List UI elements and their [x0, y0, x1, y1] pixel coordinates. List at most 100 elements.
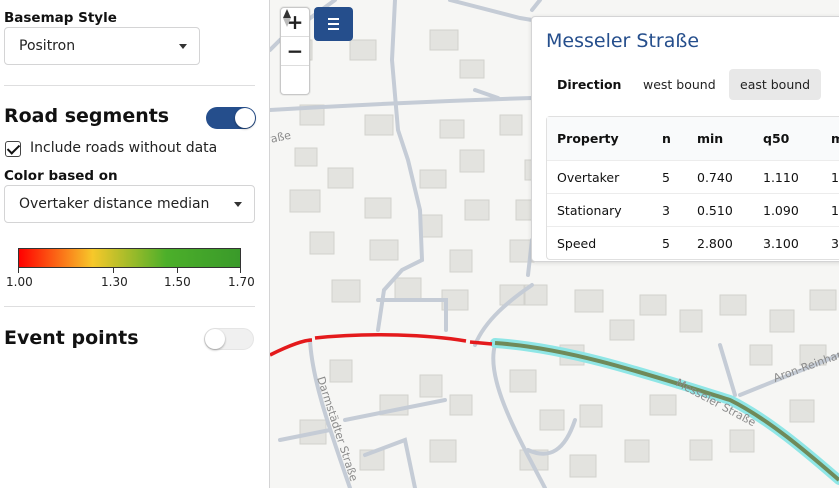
table-header-cell: Property [557, 131, 619, 146]
building [509, 369, 537, 393]
divider [4, 85, 255, 86]
building [729, 429, 755, 453]
basemap-style-select[interactable]: Positron [4, 27, 200, 65]
include-no-data-checkbox[interactable] [5, 141, 21, 157]
divider [4, 306, 255, 307]
sidebar: Basemap Style Positron Road segments Inc… [0, 0, 270, 488]
building [789, 399, 815, 423]
table-cell: 3. [831, 235, 839, 251]
basemap-style-value: Positron [19, 38, 76, 54]
building [809, 289, 837, 311]
building [327, 167, 354, 189]
minus-icon: − [286, 39, 304, 63]
building [419, 374, 443, 398]
segment-details-panel: Messeler Straße Direction west bound eas… [531, 16, 839, 262]
building [689, 439, 713, 461]
panel-title: Messeler Straße [546, 30, 700, 52]
building [574, 289, 604, 313]
road [718, 343, 737, 397]
table-header-cell: m [831, 117, 839, 160]
toggle-knob [235, 108, 255, 128]
legend-tick-label: 1.50 [164, 275, 191, 289]
legend-tick [113, 268, 114, 273]
table-cell: 0.510 [697, 202, 733, 218]
road [376, 298, 448, 332]
building [289, 189, 321, 213]
menu-icon [328, 18, 339, 20]
building [449, 394, 473, 416]
building [719, 294, 747, 316]
statistics-table: Property n min q50 m Overtaker 5 0.740 1… [546, 116, 839, 260]
legend-tick [177, 268, 178, 273]
building [539, 409, 565, 431]
building [464, 199, 490, 221]
road-segment[interactable] [270, 338, 313, 357]
zoom-out-button[interactable]: − [281, 37, 309, 66]
road [473, 88, 500, 100]
building [569, 454, 597, 478]
building [429, 439, 457, 463]
direction-west-bound-button[interactable]: west bound [632, 69, 727, 100]
building [364, 197, 392, 219]
road-segment[interactable] [314, 332, 467, 343]
table-row: Speed 5 2.800 3.100 3. [547, 226, 839, 259]
table-cell: 0.740 [697, 169, 733, 185]
street-label: Straße [270, 129, 292, 149]
compass-button[interactable] [281, 9, 309, 95]
zoom-control: + − [280, 7, 310, 95]
building [419, 214, 443, 238]
road [270, 96, 534, 112]
building [294, 147, 318, 167]
table-cell: 1.110 [763, 169, 799, 185]
color-based-on-select[interactable]: Overtaker distance median [4, 185, 255, 223]
direction-label: Direction [557, 77, 622, 92]
table-cell: 1. [831, 169, 839, 185]
table-cell: 5 [662, 169, 670, 185]
event-points-title: Event points [4, 327, 139, 349]
building [329, 359, 353, 383]
building [394, 277, 422, 301]
building [459, 149, 485, 173]
building [639, 294, 667, 316]
table-cell: 3 [662, 202, 670, 218]
table-cell: Overtaker [557, 169, 620, 185]
table-cell: 1. [831, 202, 839, 218]
color-based-on-value: Overtaker distance median [19, 196, 210, 212]
building [649, 394, 677, 416]
chevron-down-icon [179, 44, 187, 49]
legend-tick [240, 268, 241, 273]
table-row: Overtaker 5 0.740 1.110 1. [547, 160, 839, 193]
road [448, 0, 534, 22]
direction-east-bound-button[interactable]: east bound [729, 69, 822, 100]
map-canvas[interactable]: Darmstädter Straße Messeler Straße Aron-… [270, 0, 839, 488]
road-segment[interactable] [469, 340, 493, 346]
menu-button[interactable] [314, 7, 353, 41]
table-cell: 2.800 [697, 235, 733, 251]
road-segments-title: Road segments [4, 105, 170, 127]
table-cell: 3.100 [763, 235, 799, 251]
building [449, 249, 473, 273]
building [769, 309, 795, 333]
building [419, 169, 447, 189]
building [439, 119, 465, 139]
compass-icon [283, 9, 291, 27]
legend-tick-label: 1.00 [6, 275, 33, 289]
event-points-toggle[interactable] [204, 328, 254, 350]
building [364, 114, 394, 136]
road [530, 0, 542, 12]
building [331, 279, 361, 303]
menu-icon [328, 28, 339, 30]
building [609, 319, 635, 341]
legend-tick-label: 1.30 [101, 275, 128, 289]
legend-tick-label: 1.70 [228, 275, 255, 289]
building [499, 114, 523, 136]
table-cell: 1.090 [763, 202, 799, 218]
road-segments-toggle[interactable] [206, 107, 256, 129]
building [309, 231, 335, 255]
table-cell: Speed [557, 235, 597, 251]
include-no-data-label: Include roads without data [30, 140, 218, 156]
basemap-style-label: Basemap Style [4, 10, 117, 26]
color-legend-gradient [18, 248, 241, 268]
building [749, 344, 773, 366]
building [679, 309, 703, 333]
